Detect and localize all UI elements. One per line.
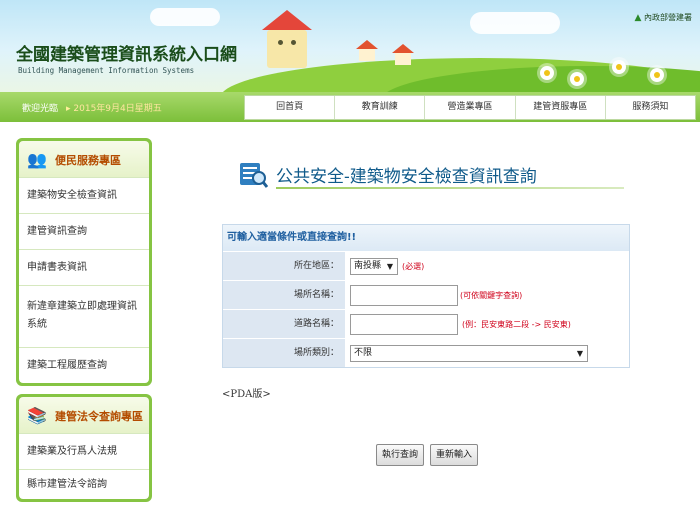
site-subtitle: Building Management Information Systems <box>18 66 195 75</box>
road-name-input[interactable] <box>350 314 458 335</box>
query-form: 可輸入適當條件或直接查詢!! 所在地區： 南投縣 ▼ (必選) 場所名稱： (可… <box>222 224 630 368</box>
people-icon: 👥 <box>27 150 47 169</box>
region-label: 所在地區： <box>223 252 345 280</box>
venue-name-input[interactable] <box>350 285 458 306</box>
welcome-text: 歡迎光臨 2015年9月4日星期五 <box>22 101 162 114</box>
sidebar-item-construction-history[interactable]: 建築工程履歷查詢 <box>19 347 149 383</box>
venue-name-hint: (可依關鍵字查詢) <box>460 291 523 300</box>
flower-icon <box>540 66 554 80</box>
venue-type-label: 場所類別： <box>223 339 345 367</box>
chevron-down-icon: ▼ <box>576 349 583 358</box>
ministry-link[interactable]: ▲ 內政部營建署 <box>635 12 692 23</box>
nav-tab-building-info[interactable]: 建管資服專區 <box>516 96 606 119</box>
flower-icon <box>570 72 584 86</box>
sidebar-item-building-safety[interactable]: 建築物安全檢查資訊 <box>19 177 149 213</box>
sidebar-item-application-forms[interactable]: 申請書表資訊 <box>19 249 149 285</box>
venue-name-label: 場所名稱： <box>223 281 345 309</box>
nav-tab-service-notice[interactable]: 服務須知 <box>606 96 695 119</box>
book-icon: 📚 <box>27 406 47 425</box>
sidebar-section-regulations: 📚 建管法令查詢專區 建築業及行爲人法規 縣市建管法令諮詢 <box>16 394 152 502</box>
sidebar-section-title: 便民服務專區 <box>55 154 121 167</box>
sidebar-item-illegal-building-system[interactable]: 新違章建築立即處理資訊系統 <box>19 285 149 347</box>
title-underline <box>276 187 624 189</box>
form-row-road-name: 道路名稱： (例：民安東路二段 -> 民安東) <box>223 309 629 338</box>
form-row-region: 所在地區： 南投縣 ▼ (必選) <box>223 251 629 280</box>
sidebar-item-industry-regulations[interactable]: 建築業及行爲人法規 <box>19 433 149 469</box>
search-button[interactable]: 執行查詢 <box>376 444 424 466</box>
sidebar-section-title: 建管法令查詢專區 <box>55 410 143 423</box>
reset-button[interactable]: 重新輸入 <box>430 444 478 466</box>
nav-tab-contractor[interactable]: 營造業專區 <box>425 96 516 119</box>
sidebar-item-building-info-query[interactable]: 建管資訊查詢 <box>19 213 149 249</box>
venue-type-select[interactable]: 不限 ▼ <box>350 345 588 362</box>
form-row-venue-name: 場所名稱： (可依關鍵字查詢) <box>223 280 629 309</box>
nav-tab-home[interactable]: 回首頁 <box>245 96 336 119</box>
search-document-icon <box>240 163 268 188</box>
site-header: 全國建築管理資訊系統入口網 Building Management Inform… <box>0 0 700 92</box>
region-select-value: 南投縣 <box>354 261 382 271</box>
sidebar-section-header: 📚 建管法令查詢專區 <box>19 397 149 433</box>
form-heading: 可輸入適當條件或直接查詢!! <box>223 225 629 251</box>
sidebar-section-public-service: 👥 便民服務專區 建築物安全檢查資訊 建管資訊查詢 申請書表資訊 新違章建築立即… <box>16 138 152 386</box>
chevron-down-icon: ▼ <box>386 262 393 271</box>
region-required-hint: (必選) <box>402 262 425 271</box>
top-nav-bar: 歡迎光臨 2015年9月4日星期五 回首頁 教育訓練 營造業專區 建管資服專區 服… <box>0 92 700 122</box>
welcome-label: 歡迎光臨 <box>22 104 59 114</box>
road-name-hint: (例：民安東路二段 -> 民安東) <box>462 320 571 329</box>
nav-tabs: 回首頁 教育訓練 營造業專區 建管資服專區 服務須知 <box>244 95 696 120</box>
ministry-logo-icon: ▲ <box>634 13 642 23</box>
flower-icon <box>650 68 664 82</box>
road-name-label: 道路名稱： <box>223 310 345 338</box>
current-date: 2015年9月4日星期五 <box>66 104 162 114</box>
site-title[interactable]: 全國建築管理資訊系統入口網 <box>16 40 237 65</box>
form-row-venue-type: 場所類別： 不限 ▼ <box>223 338 629 367</box>
region-select[interactable]: 南投縣 ▼ <box>350 258 398 275</box>
house-icon <box>392 44 414 66</box>
venue-type-select-value: 不限 <box>354 348 373 358</box>
pda-version-link[interactable]: <PDA版> <box>222 385 271 400</box>
smiling-house-icon <box>262 10 312 70</box>
sidebar-item-county-regulations[interactable]: 縣市建管法令諮詢 <box>19 469 149 499</box>
flower-icon <box>612 60 626 74</box>
house-icon <box>356 40 378 62</box>
cloud-decoration <box>470 12 560 34</box>
page-title: 公共安全-建築物安全檢查資訊查詢 <box>276 167 537 187</box>
sidebar-section-header: 👥 便民服務專區 <box>19 141 149 177</box>
ministry-label: 內政部營建署 <box>644 13 692 22</box>
nav-tab-training[interactable]: 教育訓練 <box>335 96 426 119</box>
cloud-decoration <box>150 8 220 26</box>
